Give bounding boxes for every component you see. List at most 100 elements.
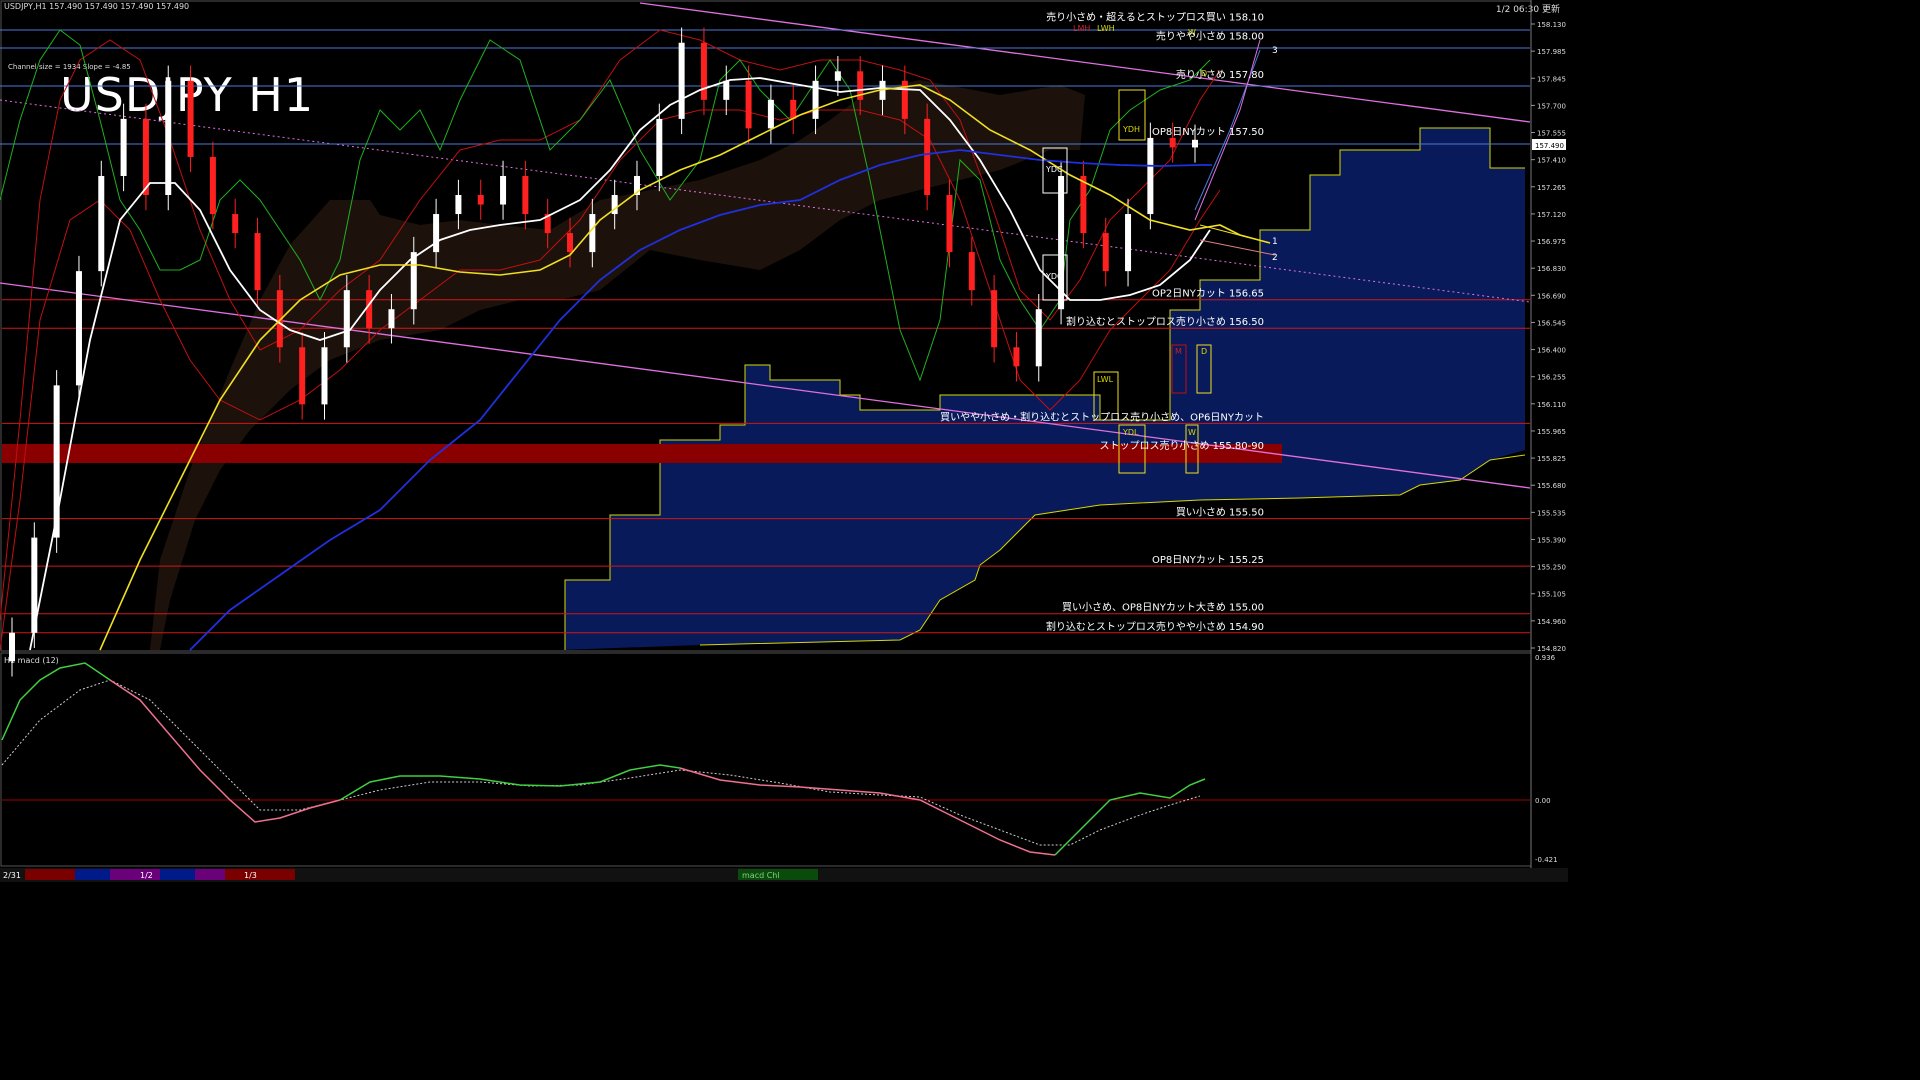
candle-body — [1102, 233, 1109, 272]
macd-line-green-2 — [339, 764, 681, 801]
candle-body — [723, 80, 730, 100]
price-tick-label: 156.830 — [1537, 265, 1566, 273]
box-label-w: W — [1188, 428, 1196, 437]
price-tick-label: 155.535 — [1537, 509, 1566, 517]
candle-body — [321, 347, 328, 405]
candle-body — [678, 42, 685, 119]
candle-body — [209, 156, 216, 215]
candle-body — [98, 175, 105, 272]
price-tick-label: 154.960 — [1537, 618, 1566, 626]
candle-body — [968, 252, 975, 291]
candle-body — [366, 290, 373, 329]
price-tick-label: 157.700 — [1537, 102, 1566, 110]
price-tick-label: 156.400 — [1537, 347, 1566, 355]
candle-body — [142, 118, 149, 196]
box-label-d: D — [1201, 347, 1207, 356]
box-label-ydc: YDC — [1045, 165, 1063, 174]
box-label-lmh: LMH — [1073, 24, 1090, 33]
price-chart[interactable]: 1 2 3 LMH LWH YDH YDC YDO LWL YDL W D M … — [0, 0, 1568, 882]
projection-label-2: 2 — [1272, 253, 1278, 263]
candle-body — [767, 99, 774, 129]
candle-body — [924, 118, 931, 196]
price-tick-label: 154.820 — [1537, 645, 1566, 653]
projection-label-1: 1 — [1272, 237, 1278, 247]
price-tick-label: 156.975 — [1537, 238, 1566, 246]
price-tick-label: 155.965 — [1537, 428, 1566, 436]
candle-body — [388, 309, 395, 329]
candle-body — [589, 214, 596, 253]
candle-body — [455, 195, 462, 215]
macd-line-pink-2 — [679, 767, 1056, 856]
candle-body — [232, 214, 239, 234]
candle-body — [75, 271, 82, 386]
level-label: ストップロス売り小さめ 155.80-90 — [1099, 439, 1264, 452]
current-price-label: 157.490 — [1535, 142, 1564, 150]
candle-body — [1013, 347, 1020, 367]
candle-body — [834, 71, 841, 81]
price-tick-label: 156.255 — [1537, 374, 1566, 382]
candle-body — [120, 118, 127, 176]
macd-tab-label: macd Chl — [742, 871, 780, 880]
candle-body — [522, 175, 529, 215]
price-tick-label: 156.545 — [1537, 319, 1566, 327]
candle-body — [254, 233, 261, 291]
candle-body — [299, 347, 306, 405]
box-label-lwh: LWH — [1097, 24, 1115, 33]
candle-body — [433, 214, 440, 253]
candle-body — [1192, 139, 1198, 148]
level-label: OP8日NYカット 155.25 — [1152, 554, 1264, 566]
candle-body — [1080, 175, 1087, 234]
x-label-0: 2/31 — [3, 871, 21, 880]
price-tick-label: 155.390 — [1537, 536, 1566, 544]
level-label: 売り小さめ・超えるとストップロス買い 158.10 — [1046, 11, 1264, 24]
box-label-lwl: LWL — [1097, 375, 1114, 384]
price-tick-label: 155.250 — [1537, 564, 1566, 572]
candle-body — [700, 42, 707, 100]
macd-line-green-3 — [1054, 778, 1206, 856]
level-label: 割り込むとストップロス売りやや小さめ 154.90 — [1046, 620, 1264, 633]
level-label: OP8日NYカット 157.50 — [1152, 126, 1264, 138]
x-label-1: 1/2 — [140, 871, 153, 880]
candle-body — [790, 99, 797, 119]
candle-body — [567, 233, 574, 253]
candle-body — [165, 80, 172, 196]
candle-body — [991, 290, 998, 348]
price-tick-label: 155.680 — [1537, 482, 1566, 490]
macd-line-pink — [109, 679, 341, 823]
price-tick-label: 158.130 — [1537, 21, 1566, 29]
macd-tick-bottom: -0.421 — [1535, 856, 1558, 864]
candle-body — [343, 290, 350, 348]
macd-signal-line — [1, 679, 1201, 846]
price-tick-label: 156.110 — [1537, 401, 1566, 409]
price-tick-label: 157.845 — [1537, 75, 1566, 83]
price-tick-label: 157.120 — [1537, 211, 1566, 219]
blue-horizontal-lines — [0, 29, 1530, 145]
macd-panel-frame — [0, 652, 1532, 867]
price-tick-label: 157.410 — [1537, 157, 1566, 165]
level-label: 買いやや小さめ・割り込むとストップロス売り小さめ、OP6日NYカット — [940, 410, 1264, 423]
box-label-ydh: YDH — [1122, 125, 1140, 134]
candle-body — [946, 195, 953, 253]
box-label-ydl: YDL — [1122, 428, 1139, 437]
macd-tick-zero: 0.00 — [1535, 797, 1551, 805]
macd-line-green — [1, 662, 111, 741]
candle-body — [1125, 214, 1132, 272]
level-label: 売り小さめ 157.80 — [1176, 68, 1264, 81]
x-label-2: 1/3 — [244, 871, 257, 880]
candle-body — [9, 632, 15, 662]
price-tick-label: 157.265 — [1537, 184, 1566, 192]
box-label-ydo: YDO — [1045, 272, 1063, 281]
price-tick-label: 157.985 — [1537, 48, 1566, 56]
projection-label-3: 3 — [1272, 46, 1278, 56]
price-tick-label: 155.825 — [1537, 455, 1566, 463]
price-tick-label: 157.555 — [1537, 130, 1566, 138]
box-label-m: M — [1175, 347, 1182, 356]
candle-body — [1147, 137, 1154, 215]
candle-body — [1169, 137, 1176, 148]
candle-body — [187, 80, 194, 157]
candle-body — [477, 195, 484, 205]
level-label: 売りやや小さめ 158.00 — [1156, 30, 1264, 43]
level-label: 割り込むとストップロス売り小さめ 156.50 — [1066, 315, 1264, 328]
price-tick-label: 155.105 — [1537, 591, 1566, 599]
candle-body — [745, 80, 752, 129]
